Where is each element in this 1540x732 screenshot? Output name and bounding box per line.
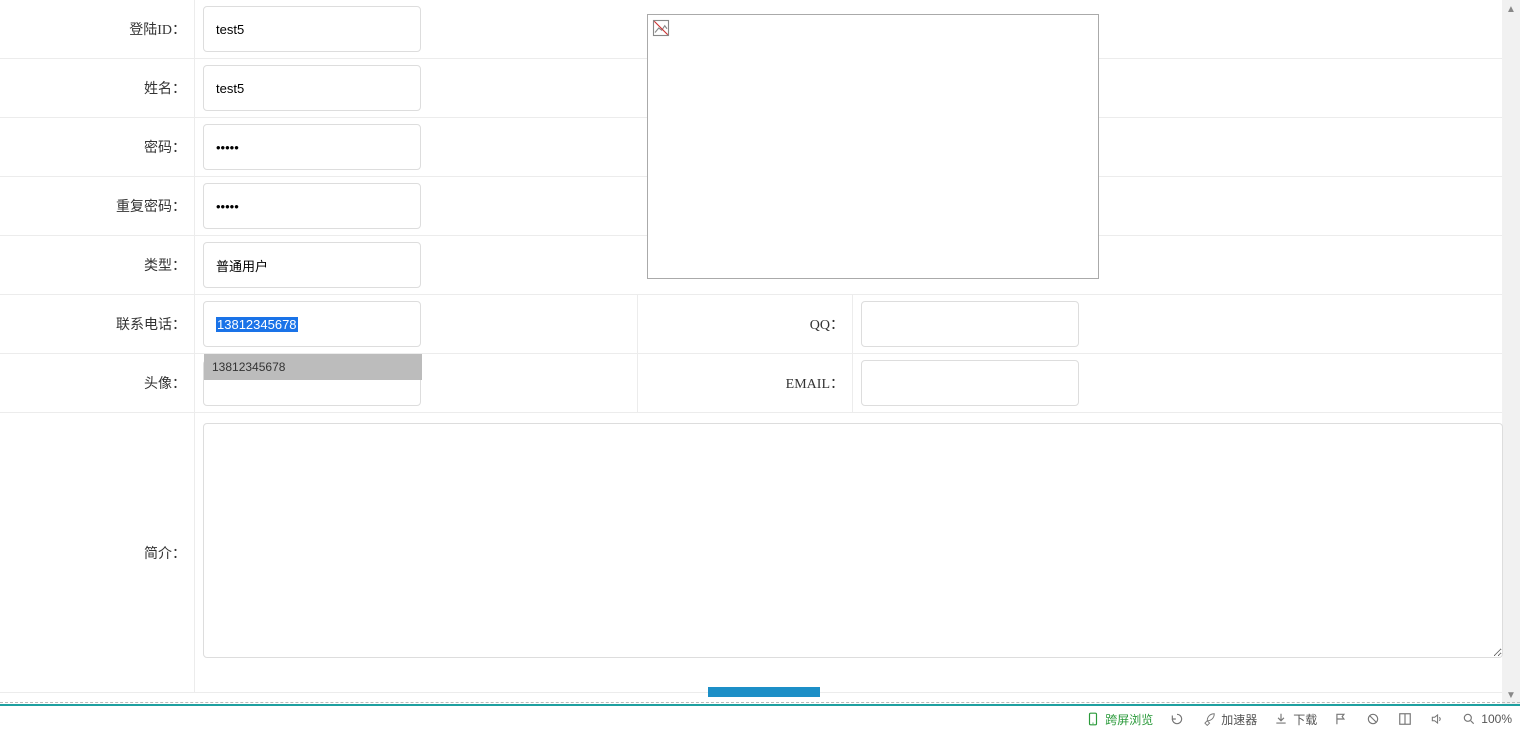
password-input[interactable] — [203, 124, 421, 170]
password-label: 密码： — [0, 118, 195, 176]
bio-textarea[interactable] — [203, 423, 1503, 658]
name-input[interactable] — [203, 65, 421, 111]
email-input[interactable] — [861, 360, 1079, 406]
cross-screen-browse-button[interactable]: 跨屏浏览 — [1085, 711, 1153, 728]
email-label: EMAIL： — [638, 354, 853, 412]
block-icon — [1365, 711, 1381, 727]
phone-input[interactable]: 13812345678 — [203, 301, 421, 347]
login-id-input[interactable] — [203, 6, 421, 52]
rocket-icon — [1201, 711, 1217, 727]
split-screen-icon — [1397, 711, 1413, 727]
sound-icon — [1429, 711, 1445, 727]
type-select[interactable] — [203, 242, 421, 288]
block-button[interactable] — [1365, 711, 1381, 727]
phone-label: 联系电话： — [0, 295, 195, 353]
login-id-label: 登陆ID： — [0, 0, 195, 58]
phone-autocomplete-item[interactable]: 13812345678 — [204, 354, 422, 380]
restore-icon — [1169, 711, 1185, 727]
zoom-control[interactable]: 100% — [1461, 711, 1512, 727]
cross-screen-text: 跨屏浏览 — [1105, 711, 1153, 728]
zoom-icon — [1461, 711, 1477, 727]
bio-label: 简介： — [0, 413, 195, 692]
mute-button[interactable] — [1429, 711, 1445, 727]
accelerator-button[interactable]: 加速器 — [1201, 711, 1257, 728]
flag-button[interactable] — [1333, 711, 1349, 727]
accelerator-text: 加速器 — [1221, 711, 1257, 728]
phone-autocomplete-text: 13812345678 — [212, 360, 285, 374]
zoom-text: 100% — [1481, 712, 1512, 726]
type-label: 类型： — [0, 236, 195, 294]
avatar-label: 头像： — [0, 354, 195, 412]
browser-status-bar: 跨屏浏览 加速器 下载 100% — [0, 704, 1520, 732]
download-text: 下载 — [1293, 711, 1317, 728]
flag-icon — [1333, 711, 1349, 727]
qq-input[interactable] — [861, 301, 1079, 347]
qq-label: QQ： — [638, 295, 853, 353]
repeat-password-label: 重复密码： — [0, 177, 195, 235]
download-icon — [1273, 711, 1289, 727]
phone-value-selected: 13812345678 — [216, 317, 298, 332]
phone-icon — [1085, 711, 1101, 727]
submit-button[interactable] — [708, 687, 820, 697]
name-label: 姓名： — [0, 59, 195, 117]
download-button[interactable]: 下载 — [1273, 711, 1317, 728]
restore-button[interactable] — [1169, 711, 1185, 727]
repeat-password-input[interactable] — [203, 183, 421, 229]
split-button[interactable] — [1397, 711, 1413, 727]
